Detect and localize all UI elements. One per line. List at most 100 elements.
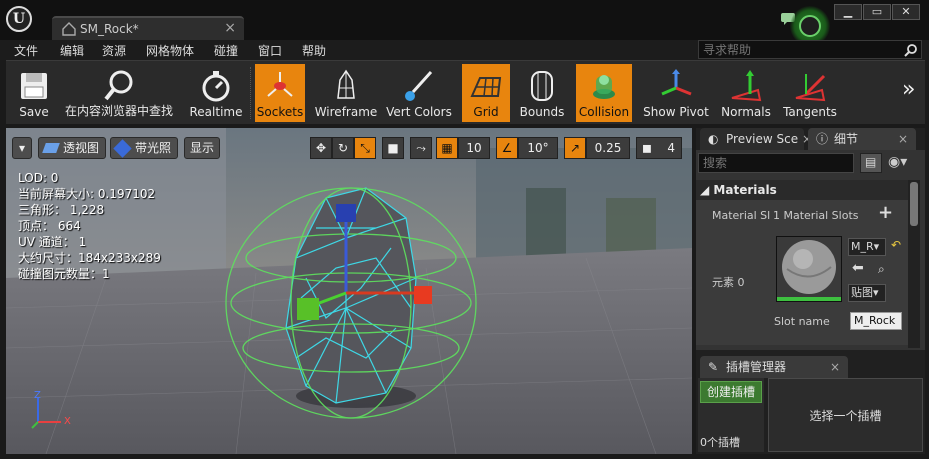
select-socket-prompt: 选择一个插槽 (809, 409, 882, 423)
pivot-icon (661, 69, 692, 96)
stat-collision-primitives: 碰撞图元数量：1 (18, 267, 110, 281)
slot-name-label: Slot name (774, 315, 830, 328)
menu-help[interactable]: 帮助 (302, 42, 326, 59)
right-panel: ◐ Preview Sce × ⓘ 细节 × ▤ ◉▾ ◢ Materials … (696, 128, 925, 454)
world-local-toggle[interactable]: ■ (382, 137, 404, 159)
add-material-slot-icon[interactable]: + (878, 202, 893, 223)
bounds-label: Bounds (519, 105, 565, 119)
texture-dropdown[interactable]: 贴图▾ (848, 284, 886, 302)
rotate-mode-button[interactable]: ↻ (332, 137, 354, 159)
tab-details[interactable]: ⓘ 细节 × (808, 128, 916, 150)
camera-icon: ◼ (642, 141, 652, 155)
viewport-options-dropdown[interactable]: ▾ (12, 137, 32, 159)
stopwatch-icon (202, 71, 230, 102)
tab-preview-scene[interactable]: ◐ Preview Sce × (700, 128, 812, 150)
menu-asset[interactable]: 资源 (102, 42, 126, 59)
socket-count: 0个插槽 (700, 436, 740, 449)
tangents-toggle[interactable]: Tangents (782, 64, 838, 122)
help-search-input[interactable] (703, 42, 899, 57)
materials-section: Material Sl 1 Material Slots + 元素 0 M_R▾… (696, 200, 908, 345)
details-search-input[interactable] (703, 156, 843, 170)
visibility-eye-icon[interactable]: ◉▾ (888, 154, 907, 170)
create-socket-button[interactable]: 创建插槽 (700, 381, 762, 403)
scale-icon: ⤡ (360, 141, 370, 155)
scale-snap-value[interactable]: 0.25 (586, 137, 630, 159)
realtime-label: Realtime (189, 105, 243, 119)
material-slots-value: 1 Material Slots (773, 209, 859, 222)
material-slots-label: Material Sl (712, 209, 771, 222)
bounds-toggle[interactable]: Bounds (516, 64, 568, 122)
camera-speed-value: 4 (667, 141, 675, 155)
perspective-icon (42, 143, 60, 153)
material-sphere-icon (777, 237, 841, 301)
menu-file[interactable]: 文件 (14, 42, 38, 59)
show-pivot-label: Show Pivot (643, 105, 709, 119)
show-pivot-toggle[interactable]: Show Pivot (640, 64, 712, 122)
perspective-label: 透视图 (63, 141, 100, 155)
menu-mesh[interactable]: 网格物体 (146, 42, 194, 59)
camera-speed-button[interactable]: ◼ 4 (636, 137, 682, 159)
reset-to-default-icon[interactable]: ↶ (891, 238, 901, 252)
details-scroll-thumb[interactable] (910, 182, 918, 226)
details-close-icon[interactable]: × (898, 128, 908, 150)
close-button[interactable]: ✕ (892, 4, 920, 20)
tab-close-icon[interactable]: × (224, 20, 236, 36)
rotation-snap-value[interactable]: 10° (518, 137, 558, 159)
details-search-box[interactable] (698, 153, 854, 173)
normals-label: Normals (721, 105, 771, 119)
materials-category-label: Materials (713, 183, 777, 197)
stat-triangles: 三角形： 1,228 (18, 203, 105, 217)
translate-mode-button[interactable]: ✥ (310, 137, 332, 159)
vert-colors-toggle[interactable]: Vert Colors (384, 64, 454, 122)
browse-asset-icon[interactable]: ⌕ (878, 262, 885, 277)
details-label: 细节 (834, 132, 859, 146)
sockets-toggle[interactable]: Sockets (255, 64, 305, 122)
mesh-viewport[interactable]: ▾ 透视图 带光照 显示 ✥ ↻ ⤡ ■ ⤳ ▦ 10 ∠ 10° ↗ 0.25… (6, 128, 692, 454)
socket-manager-close-icon[interactable]: × (830, 356, 840, 378)
maximize-button[interactable]: ▭ (863, 4, 891, 20)
property-matrix-button[interactable]: ▤ (860, 153, 882, 173)
minimize-button[interactable]: ▁ (834, 4, 862, 20)
grid-snap-toggle[interactable]: ▦ (436, 137, 458, 159)
stat-screen-size: 当前屏幕大小: 0.197102 (18, 187, 156, 201)
normals-toggle[interactable]: Normals (718, 64, 774, 122)
tab-socket-manager[interactable]: ✎ 插槽管理器 × (700, 356, 848, 378)
find-in-content-browser-button[interactable]: 在内容浏览器中查找 (62, 64, 176, 122)
surface-snap-icon: ⤳ (416, 141, 426, 155)
socket-detail-area: 选择一个插槽 (768, 378, 923, 452)
save-button[interactable]: Save (8, 64, 60, 122)
toolbar-separator (250, 67, 252, 119)
menu-window[interactable]: 窗口 (258, 42, 282, 59)
surface-snap-toggle[interactable]: ⤳ (410, 137, 432, 159)
collision-toggle[interactable]: Collision (576, 64, 632, 122)
grid-snap-value[interactable]: 10 (458, 137, 490, 159)
rotation-snap-toggle[interactable]: ∠ (496, 137, 518, 159)
stat-approx-size: 大约尺寸：184x233x289 (18, 251, 161, 265)
material-combo-box[interactable]: M_R▾ (848, 238, 886, 256)
scale-mode-button[interactable]: ⤡ (354, 137, 376, 159)
menu-edit[interactable]: 编辑 (60, 42, 84, 59)
collision-label: Collision (578, 105, 630, 119)
material-thumbnail[interactable] (776, 236, 842, 302)
unreal-logo-icon: U (6, 6, 32, 32)
materials-category-header[interactable]: ◢ Materials (696, 180, 908, 200)
wireframe-icon (337, 69, 355, 99)
toolbar: Save 在内容浏览器中查找 Realtime Sockets Wirefram… (6, 60, 925, 124)
lit-mode-button[interactable]: 带光照 (110, 137, 178, 159)
use-selected-asset-icon[interactable]: ⬅ (852, 260, 864, 276)
realtime-toggle[interactable]: Realtime (186, 64, 246, 122)
wireframe-toggle[interactable]: Wireframe (310, 64, 382, 122)
perspective-view-button[interactable]: 透视图 (38, 137, 106, 159)
scale-snap-icon: ↗ (569, 141, 581, 155)
grid-toggle[interactable]: Grid (462, 64, 510, 122)
search-icon[interactable] (904, 43, 918, 57)
help-search-box[interactable] (698, 40, 922, 59)
slot-name-field[interactable]: M_Rock (850, 312, 902, 330)
find-in-content-browser-label: 在内容浏览器中查找 (64, 104, 173, 118)
toolbar-overflow-icon[interactable]: » (902, 77, 915, 102)
viewport-stats: LOD: 0 当前屏幕大小: 0.197102 三角形： 1,228 顶点： 6… (18, 170, 161, 282)
show-flags-button[interactable]: 显示 (184, 137, 220, 159)
menu-collision[interactable]: 碰撞 (214, 42, 238, 59)
scale-snap-toggle[interactable]: ↗ (564, 137, 586, 159)
document-tab[interactable]: SM_Rock* × (52, 16, 244, 40)
